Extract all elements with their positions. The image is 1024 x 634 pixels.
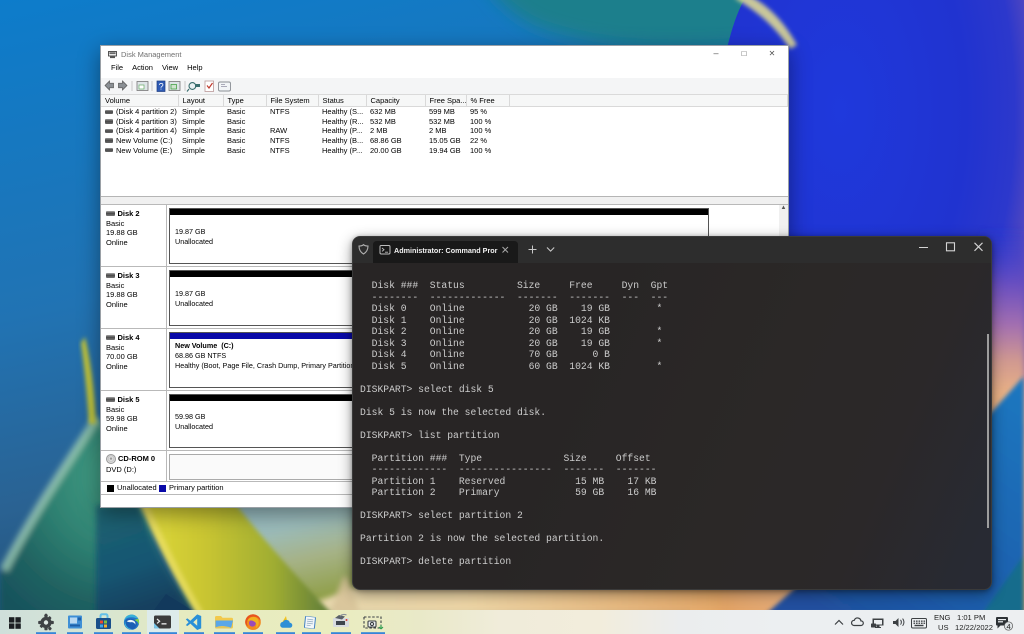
- svg-text:?: ?: [159, 82, 164, 92]
- svg-text:4: 4: [1007, 622, 1011, 631]
- svg-text:1:01 PM: 1:01 PM: [957, 613, 985, 622]
- svg-text:12/22/2022: 12/22/2022: [955, 623, 993, 632]
- svg-text:ENG: ENG: [934, 613, 951, 622]
- svg-text:US: US: [938, 623, 949, 632]
- svg-text:Administrator: Command Pror: Administrator: Command Pror: [394, 246, 498, 255]
